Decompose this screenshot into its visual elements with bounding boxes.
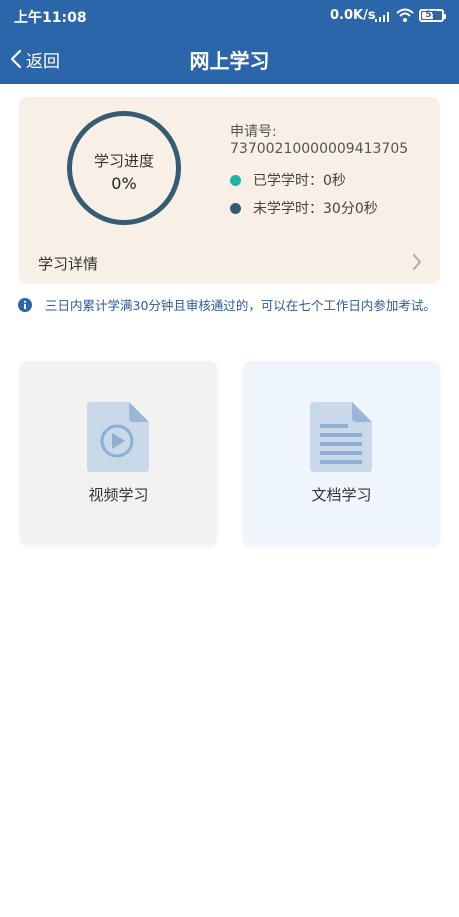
network-speed: 0.0K/s [330,8,376,23]
document-file-icon [310,402,372,472]
document-study-label: 文档学习 [311,486,372,504]
progress-label: 学习进度 [93,152,154,170]
video-study-card[interactable]: 视频学习 [20,361,217,545]
notice-text: 三日内累计学满30分钟且审核通过的，可以在七个工作日内参加考试。 [45,298,436,313]
study-detail-label: 学习详情 [38,255,99,273]
studied-time-row: 已学学时：0秒 [230,170,346,190]
status-time: 上午11:08 [14,10,87,26]
study-detail-link[interactable]: 学习详情 [19,245,440,279]
info-icon [18,298,32,312]
document-study-card[interactable]: 文档学习 [243,361,440,545]
status-bar: 上午11:08 0.0K/s 59 [0,0,459,32]
battery-level: 59 [425,10,438,20]
progress-percent: 0% [111,174,137,193]
application-number-label: 申请号: [230,124,277,140]
progress-card: 学习进度 0% 申请号: 73700210000009413705 已学学时：0… [19,97,440,284]
studied-time: 已学学时：0秒 [253,173,346,189]
signal-icon [375,12,389,22]
battery-tip [444,14,446,19]
video-file-icon [87,402,149,472]
remaining-time-row: 未学学时：30分0秒 [230,198,378,218]
wifi-icon [396,8,414,22]
video-study-label: 视频学习 [88,486,149,504]
studied-dot [230,174,241,186]
chevron-right-icon [413,254,421,270]
remaining-time: 未学学时：30分0秒 [253,201,378,217]
navigation-bar: 返回 网上学习 [0,32,459,84]
application-number: 73700210000009413705 [230,141,409,157]
page-title: 网上学习 [189,49,270,73]
remaining-dot [230,202,241,214]
battery-icon: 59 [419,9,446,22]
progress-ring: 学习进度 0% [67,111,181,225]
header: 上午11:08 0.0K/s 59 返回 网上学习 [0,0,459,84]
